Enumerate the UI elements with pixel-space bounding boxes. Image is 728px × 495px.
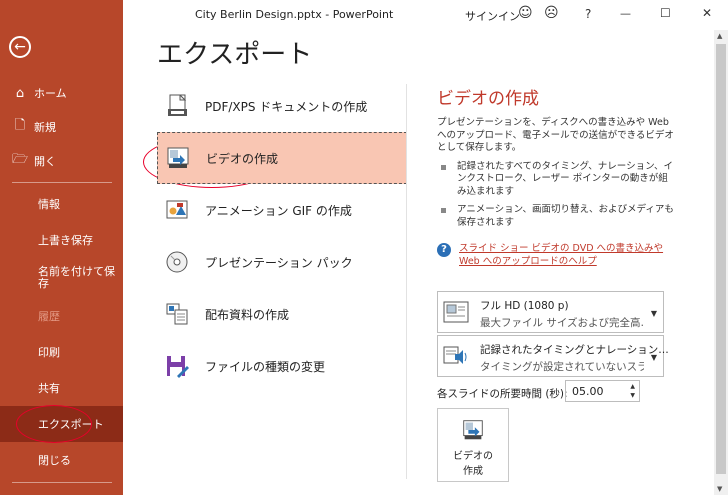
sidebar-item-info[interactable]: 情報 xyxy=(0,186,123,222)
spin-up-icon[interactable]: ▲ xyxy=(630,383,635,390)
detail-bullets: 記録されたすべてのタイミング、ナレーション、インクストローク、レーザー ポインタ… xyxy=(437,161,677,230)
smile-icon[interactable]: ☺ xyxy=(518,5,533,21)
home-icon: ⌂ xyxy=(15,85,25,101)
detail-bullet: 記録されたすべてのタイミング、ナレーション、インクストローク、レーザー ポインタ… xyxy=(437,161,677,199)
video-icon xyxy=(460,417,486,443)
cd-package-icon xyxy=(163,248,191,276)
video-detail-panel: ビデオの作成 プレゼンテーションを、ディスクへの書き込みや Web へのアップロ… xyxy=(437,84,677,268)
video-icon xyxy=(164,144,192,172)
timing-description: タイミングが設定されていないスライ… xyxy=(480,361,644,373)
handouts-icon xyxy=(163,300,191,328)
detail-description: プレゼンテーションを、ディスクへの書き込みや Web へのアップロード、電子メー… xyxy=(437,117,674,153)
help-link[interactable]: スライド ショー ビデオの DVD への書き込みや Web へのアップロードのヘ… xyxy=(459,243,663,267)
sidebar-item-open[interactable]: 🗁 開く xyxy=(0,144,123,178)
export-handouts-item[interactable]: 配布資料の作成 xyxy=(157,288,407,340)
create-video-button[interactable]: ビデオの 作成 xyxy=(437,408,509,482)
sidebar-item-new[interactable]: 🗋 新規 xyxy=(0,110,123,144)
export-package-item[interactable]: プレゼンテーション パック xyxy=(157,236,407,288)
help-question-icon: ? xyxy=(437,243,451,257)
window-title: City Berlin Design.pptx - PowerPoint xyxy=(195,8,394,21)
open-folder-icon: 🗁 xyxy=(12,152,29,167)
sidebar-item-label: ホーム xyxy=(34,87,67,100)
back-arrow-icon: ← xyxy=(14,39,26,55)
sidebar-divider xyxy=(12,482,112,483)
export-item-label: 配布資料の作成 xyxy=(205,307,290,322)
chevron-down-icon: ▼ xyxy=(650,309,657,318)
export-gif-item[interactable]: アニメーション GIF の作成 xyxy=(157,184,407,236)
export-item-label: プレゼンテーション パック xyxy=(205,255,353,270)
signin-link[interactable]: サインイン xyxy=(465,8,520,24)
title-bar: City Berlin Design.pptx - PowerPoint サイン… xyxy=(123,0,728,30)
vertical-scrollbar[interactable]: ▲ ▼ xyxy=(714,30,728,495)
sidebar-item-save-as[interactable]: 名前を付けて保存 xyxy=(0,258,123,298)
narration-timing-icon xyxy=(443,345,469,367)
sidebar-item-history: 履歴 xyxy=(38,310,60,323)
sidebar-item-print[interactable]: 印刷 xyxy=(0,334,123,370)
sidebar-item-label: 開く xyxy=(34,155,56,168)
presentation-quality-icon xyxy=(443,301,469,323)
change-file-type-icon xyxy=(163,352,191,380)
sidebar-divider xyxy=(12,182,112,183)
quality-dropdown[interactable]: フル HD (1080 p) 最大ファイル サイズおよび完全高… ▼ xyxy=(437,291,664,333)
duration-label: 各スライドの所要時間 (秒): xyxy=(437,388,568,400)
chevron-down-icon: ▼ xyxy=(650,353,657,362)
export-item-label: アニメーション GIF の作成 xyxy=(205,203,352,218)
frown-icon[interactable]: ☹ xyxy=(544,5,559,21)
powerpoint-backstage: ← ⌂ ホーム 🗋 新規 🗁 開く 情報 上書き保存 名前を付けて保存 履歴 印… xyxy=(0,0,728,495)
export-item-label: ビデオの作成 xyxy=(206,151,279,166)
pdf-document-icon xyxy=(163,92,191,120)
timing-selected: 記録されたタイミングとナレーション… xyxy=(480,344,669,356)
spin-down-icon[interactable]: ▼ xyxy=(630,392,635,399)
sidebar-item-home[interactable]: ⌂ ホーム xyxy=(0,76,123,110)
minimize-icon[interactable]: — xyxy=(620,7,631,20)
sidebar-item-share[interactable]: 共有 xyxy=(0,370,123,406)
quality-description: 最大ファイル サイズおよび完全高… xyxy=(480,317,644,329)
back-button[interactable]: ← xyxy=(9,36,31,58)
export-change-type-item[interactable]: ファイルの種類の変更 xyxy=(157,340,407,392)
panel-separator xyxy=(406,84,407,479)
scroll-up-icon[interactable]: ▲ xyxy=(717,32,722,40)
backstage-sidebar: ← ⌂ ホーム 🗋 新規 🗁 開く 情報 上書き保存 名前を付けて保存 履歴 印… xyxy=(0,0,123,495)
export-video-item[interactable]: ビデオの作成 xyxy=(157,132,407,184)
create-video-label-1: ビデオの xyxy=(453,451,493,462)
export-pdf-xps-item[interactable]: PDF/XPS ドキュメントの作成 xyxy=(157,80,407,132)
close-icon[interactable]: ✕ xyxy=(702,6,712,20)
detail-bullet: アニメーション、画面切り替え、およびメディアも保存されます xyxy=(437,204,677,229)
help-icon[interactable]: ? xyxy=(585,7,591,21)
scroll-thumb[interactable] xyxy=(716,44,726,474)
scroll-down-icon[interactable]: ▼ xyxy=(717,485,722,493)
sidebar-item-close[interactable]: 閉じる xyxy=(0,442,123,478)
help-link-row: ? スライド ショー ビデオの DVD への書き込みや Web へのアップロード… xyxy=(437,243,677,268)
export-item-label: ファイルの種類の変更 xyxy=(205,359,326,374)
sidebar-sub-nav: 情報 上書き保存 名前を付けて保存 履歴 印刷 共有 エクスポート 閉じる xyxy=(0,186,123,478)
export-options-list: PDF/XPS ドキュメントの作成 ビデオの作成 アニメーション GIF の作成… xyxy=(157,80,407,392)
timing-dropdown[interactable]: 記録されたタイミングとナレーション… タイミングが設定されていないスライ… ▼ xyxy=(437,335,669,377)
sidebar-item-label: 新規 xyxy=(34,121,56,134)
quality-selected: フル HD (1080 p) xyxy=(480,300,569,312)
animated-gif-icon xyxy=(163,196,191,224)
sidebar-item-save[interactable]: 上書き保存 xyxy=(0,222,123,258)
new-document-icon: 🗋 xyxy=(14,118,26,133)
page-title: エクスポート xyxy=(157,40,313,70)
sidebar-item-export[interactable]: エクスポート xyxy=(0,406,123,442)
sidebar-top-nav: ⌂ ホーム 🗋 新規 🗁 開く xyxy=(0,76,123,178)
maximize-icon[interactable]: ☐ xyxy=(660,6,671,20)
create-video-label-2: 作成 xyxy=(463,466,483,477)
export-item-label: PDF/XPS ドキュメントの作成 xyxy=(205,99,368,114)
duration-value: 05.00 xyxy=(572,385,604,398)
duration-spinner[interactable]: 05.00 ▲ ▼ xyxy=(565,380,640,402)
detail-title: ビデオの作成 xyxy=(437,89,539,109)
